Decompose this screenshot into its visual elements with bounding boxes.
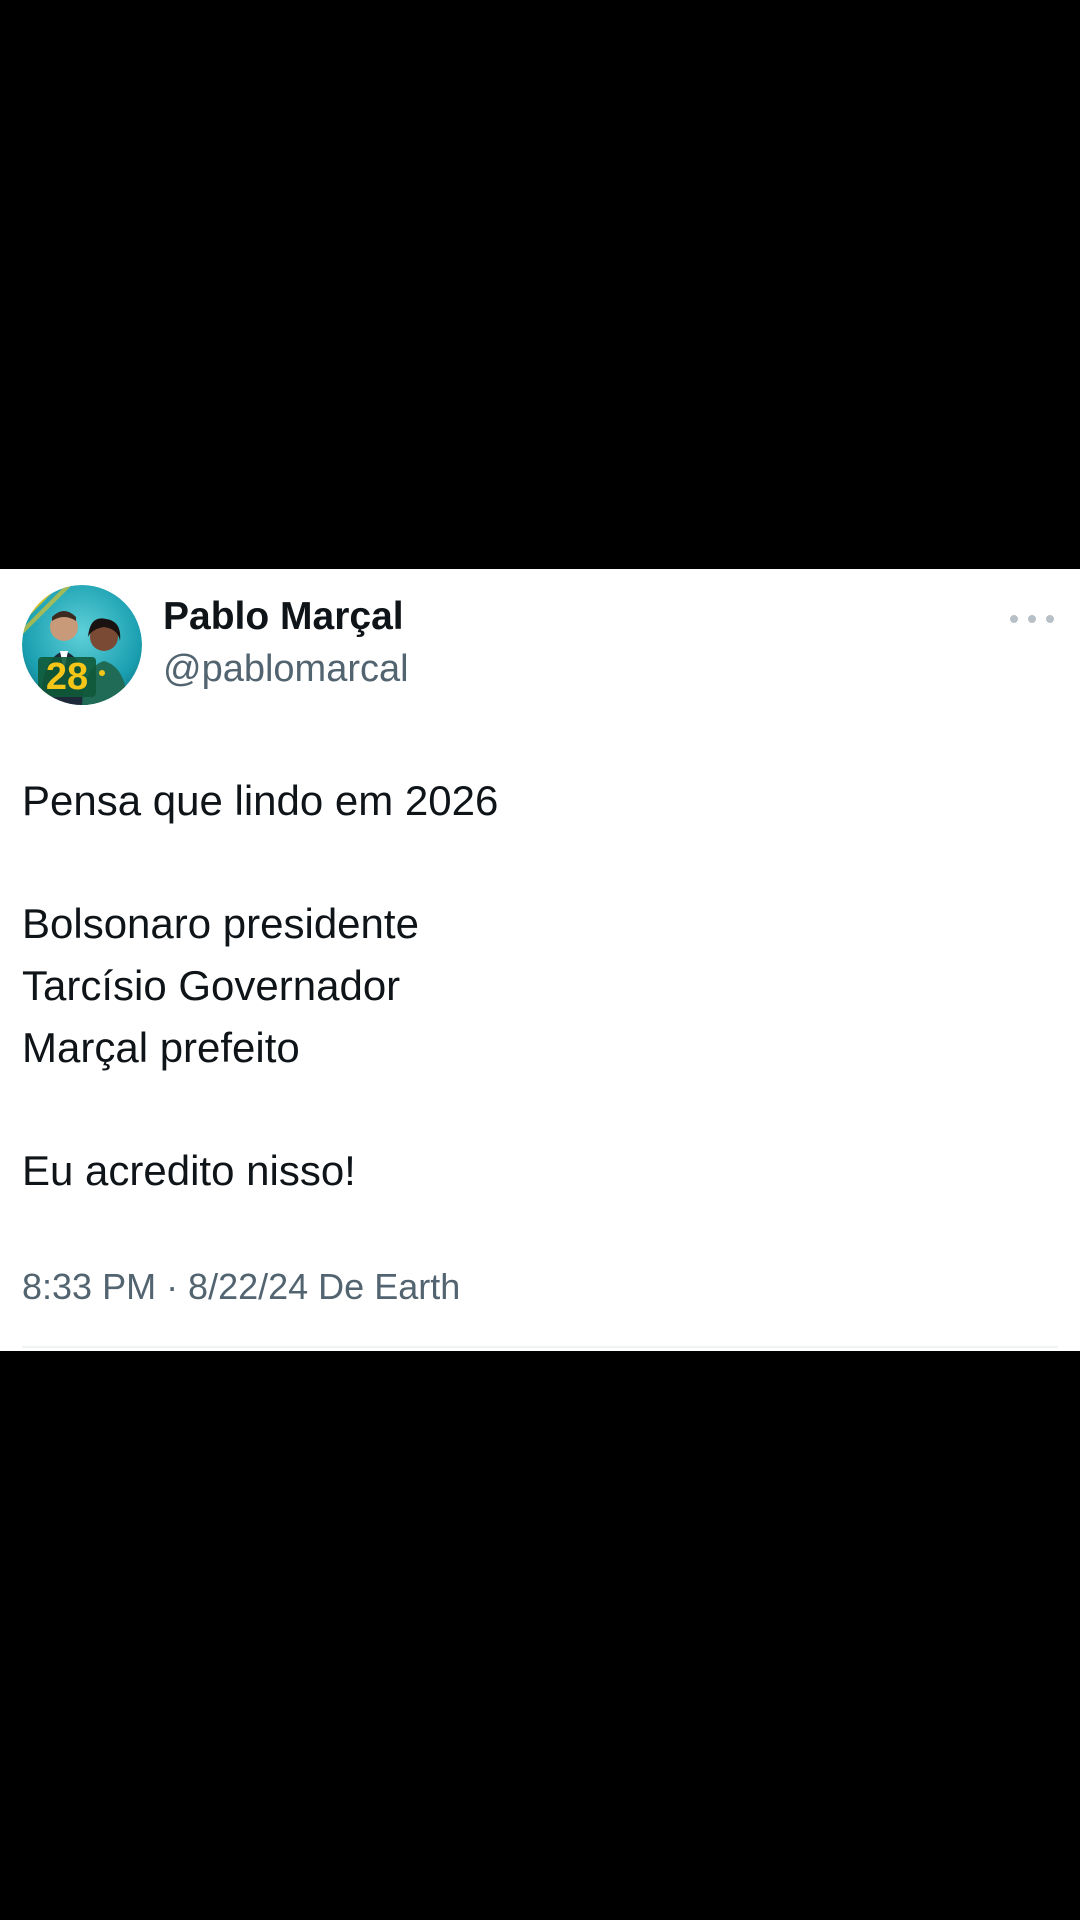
more-button[interactable] <box>1010 606 1054 632</box>
tweet-text-line: Tarcísio Governador <box>22 962 401 1009</box>
bottom-black-bar <box>0 1351 1080 1920</box>
avatar[interactable]: 28 <box>22 585 142 705</box>
avatar-image: 28 <box>22 585 142 705</box>
tweet-text-line: Pensa que lindo em 2026 <box>22 777 499 824</box>
tweet-text-line: Marçal prefeito <box>22 1024 300 1071</box>
top-black-bar <box>0 0 1080 569</box>
divider <box>22 1346 1058 1348</box>
more-horizontal-icon <box>1028 615 1036 623</box>
tweet-text-line: Eu acredito nisso! <box>22 1147 356 1194</box>
tweet-text-line: Bolsonaro presidente <box>22 900 419 947</box>
avatar-badge-number: 28 <box>46 656 88 698</box>
tweet-card[interactable] <box>0 569 1080 1351</box>
more-horizontal-icon <box>1046 615 1054 623</box>
tweet-timestamp[interactable]: 8:33 PM · 8/22/24 De Earth <box>22 1265 460 1309</box>
author-handle[interactable]: @pablomarcal <box>163 646 409 692</box>
author-name[interactable]: Pablo Marçal <box>163 594 404 640</box>
more-horizontal-icon <box>1010 615 1018 623</box>
